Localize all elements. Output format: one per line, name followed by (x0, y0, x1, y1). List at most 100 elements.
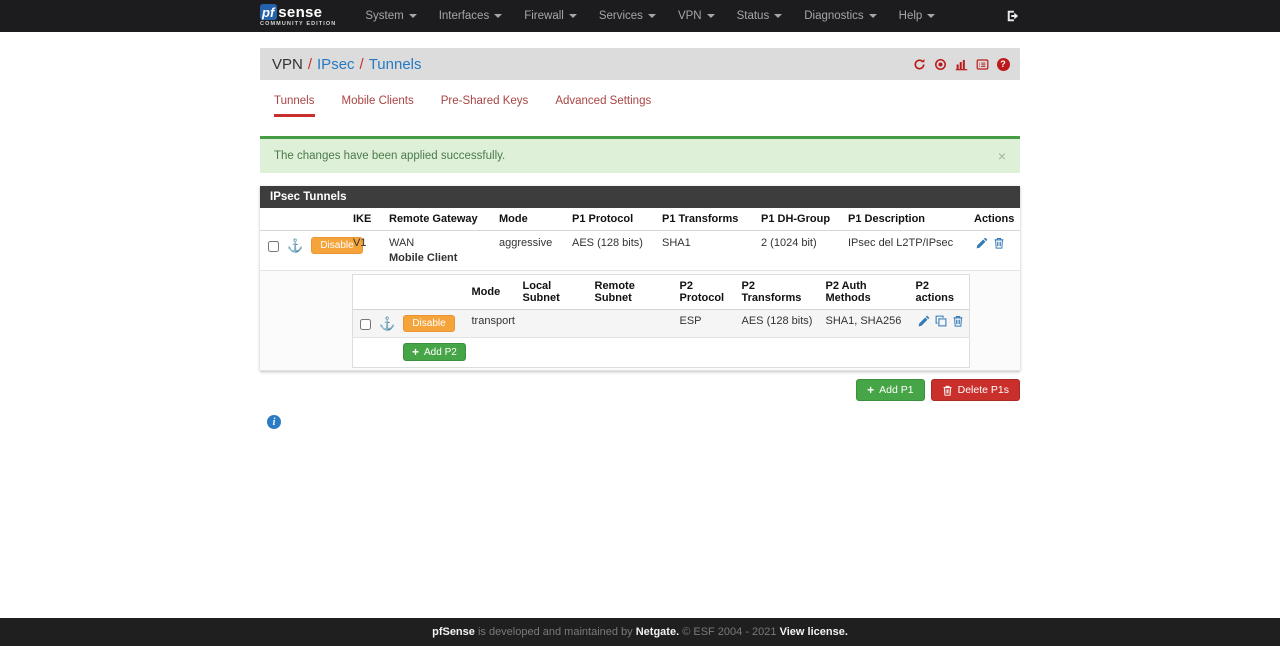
footer: pfSense is developed and maintained by N… (0, 618, 1280, 646)
breadcrumb-separator: / (307, 55, 313, 73)
delete-p2-button[interactable] (952, 315, 964, 327)
chevron-down-icon (927, 14, 936, 18)
footer-netgate-link[interactable]: Netgate. (636, 626, 679, 638)
pencil-icon (918, 315, 929, 327)
menu-services[interactable]: Services (588, 0, 667, 32)
tab-mobile-clients[interactable]: Mobile Clients (342, 95, 414, 117)
col-p2-actions-header: P2 actions (911, 274, 970, 310)
trash-icon (943, 385, 952, 396)
breadcrumb-link-tunnels[interactable]: Tunnels (369, 56, 422, 73)
menu-interfaces-label: Interfaces (438, 10, 490, 22)
bar-chart-icon[interactable] (954, 57, 968, 71)
col-ike-header: IKE (348, 208, 384, 231)
add-p2-row: + Add P2 (353, 338, 970, 368)
chevron-down-icon (868, 14, 877, 18)
add-p2-cell: + Add P2 (353, 338, 970, 368)
tab-pre-shared-keys[interactable]: Pre-Shared Keys (441, 95, 529, 117)
anchor-icon[interactable]: ⚓ (287, 238, 303, 253)
help-icon[interactable]: ? (996, 57, 1010, 71)
p2-local-subnet-cell (518, 309, 591, 338)
menu-interfaces[interactable]: Interfaces (428, 0, 514, 32)
edit-p1-button[interactable] (976, 237, 988, 249)
anchor-icon[interactable]: ⚓ (379, 316, 395, 331)
p2-mode-cell: transport (467, 309, 519, 338)
col-p2-protocol-header: P2 Protocol (675, 274, 738, 310)
chevron-down-icon (494, 14, 503, 18)
breadcrumb: VPN / IPsec / Tunnels (272, 56, 422, 73)
p1-dh-group-cell: 2 (1024 bit) (756, 230, 843, 271)
p1-table: IKE Remote Gateway Mode P1 Protocol P1 T… (260, 208, 1020, 371)
add-p1-button[interactable]: + Add P1 (856, 379, 925, 401)
menu-system-label: System (365, 10, 404, 22)
col-mode-header: Mode (494, 208, 567, 231)
p1-remote-gateway-cell: WAN Mobile Client (384, 230, 494, 271)
p1-description-cell: IPsec del L2TP/IPsec (843, 230, 969, 271)
menu-help[interactable]: Help (888, 0, 947, 32)
col-p2-auth-methods-header: P2 Auth Methods (821, 274, 912, 310)
copy-p2-button[interactable] (935, 315, 947, 327)
chevron-down-icon (568, 14, 577, 18)
page-header-actions: ? (912, 57, 1010, 71)
footer-copyright: © ESF 2004 - 2021 (679, 626, 780, 638)
menu-vpn[interactable]: VPN (667, 0, 726, 32)
p1-controls-cell: ⚓ Disable (260, 230, 363, 271)
col-remote-subnet-header: Remote Subnet (590, 274, 676, 310)
p2-nested-row: Mode Local Subnet Remote Subnet P2 Proto… (260, 270, 1020, 371)
pfsense-logo[interactable]: pf sense COMMUNITY EDITION (260, 4, 336, 28)
footer-pfsense-link[interactable]: pfSense (432, 626, 475, 638)
p2-header-row: Mode Local Subnet Remote Subnet P2 Proto… (352, 274, 970, 310)
menu-help-label: Help (898, 10, 923, 22)
chevron-down-icon (774, 14, 783, 18)
logout-button[interactable] (1006, 9, 1020, 23)
menu-diagnostics[interactable]: Diagnostics (793, 0, 887, 32)
main-menu: System Interfaces Firewall Services VPN … (354, 0, 946, 32)
p2-protocol-cell: ESP (675, 309, 738, 338)
menu-vpn-label: VPN (677, 10, 702, 22)
info-icon[interactable]: i (267, 415, 281, 429)
p2-controls-header (352, 274, 468, 310)
col-p1-protocol-header: P1 Protocol (567, 208, 657, 231)
copy-icon (935, 315, 946, 327)
delete-p1s-button[interactable]: Delete P1s (930, 379, 1020, 401)
chevron-down-icon (408, 14, 417, 18)
list-alt-icon[interactable] (975, 57, 989, 71)
add-p2-label: Add P2 (424, 346, 457, 358)
breadcrumb-separator: / (359, 55, 364, 73)
p2-disable-button[interactable]: Disable (403, 315, 455, 332)
alert-message: The changes have been applied successful… (274, 150, 506, 162)
menu-diagnostics-label: Diagnostics (804, 10, 864, 22)
add-p2-button[interactable]: + Add P2 (403, 343, 466, 361)
p1-header-row: IKE Remote Gateway Mode P1 Protocol P1 T… (260, 208, 1020, 231)
breadcrumb-link-ipsec[interactable]: IPsec (317, 56, 355, 73)
menu-services-label: Services (598, 10, 643, 22)
edit-p2-button[interactable] (918, 315, 930, 327)
plus-icon: + (867, 383, 875, 397)
pencil-icon (976, 237, 988, 249)
p2-row-checkbox[interactable] (360, 318, 371, 330)
close-icon[interactable]: × (998, 149, 1006, 163)
col-p1-transforms-header: P1 Transforms (657, 208, 756, 231)
tab-tunnels[interactable]: Tunnels (274, 95, 315, 117)
p2-row: ⚓ Disable transport ESP AES (128 bits) S… (352, 309, 970, 338)
p2-nested-cell: Mode Local Subnet Remote Subnet P2 Proto… (260, 270, 1020, 371)
p1-controls-header (260, 208, 348, 231)
p2-controls-cell: ⚓ Disable (352, 309, 468, 338)
footer-text: is developed and maintained by (474, 626, 636, 638)
p1-gateway-interface: WAN (389, 237, 415, 249)
dot-circle-icon[interactable] (933, 57, 947, 71)
delete-p1-button[interactable] (993, 237, 1005, 249)
chevron-down-icon (647, 14, 656, 18)
menu-firewall[interactable]: Firewall (513, 0, 588, 32)
menu-status[interactable]: Status (726, 0, 794, 32)
tab-advanced-settings[interactable]: Advanced Settings (555, 95, 651, 117)
tab-bar: Tunnels Mobile Clients Pre-Shared Keys A… (260, 95, 1020, 117)
page-action-buttons: + Add P1 Delete P1s (260, 379, 1020, 401)
menu-system[interactable]: System (354, 0, 427, 32)
refresh-icon[interactable] (912, 57, 926, 71)
p2-remote-subnet-cell (590, 309, 676, 338)
p2-table: Mode Local Subnet Remote Subnet P2 Proto… (352, 274, 970, 368)
brand-pf-badge: pf (260, 4, 278, 21)
brand-edition-label: COMMUNITY EDITION (260, 21, 337, 28)
footer-view-license-link[interactable]: View license. (780, 626, 848, 638)
p1-row-checkbox[interactable] (268, 240, 279, 252)
